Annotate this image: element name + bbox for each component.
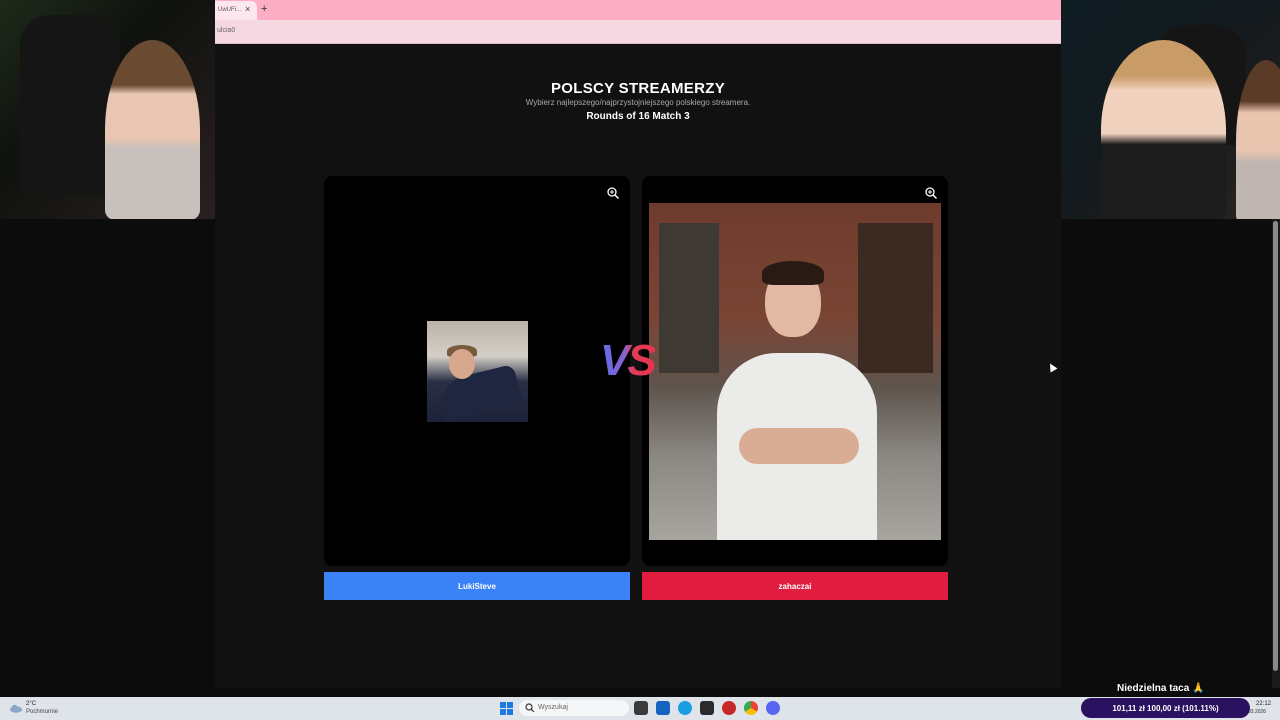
windows-start-icon[interactable] [500,702,513,715]
donation-goal-text: 101,11 zł 100,00 zł (101.11%) [1112,704,1219,713]
webcam-left [0,0,215,219]
tab-bar: UwUFi... × + [215,0,1061,20]
search-placeholder: Wyszukaj [538,704,568,711]
choose-left-button[interactable]: LukiSteve [324,572,630,600]
page-scrollbar[interactable] [1272,219,1280,688]
address-bar[interactable]: ulcia0 [215,20,1061,44]
contestant-photo-left [427,321,528,422]
versus-label: VS [600,336,657,385]
choose-right-button[interactable]: zahaczai [642,572,948,600]
cloud-icon[interactable] [9,703,23,713]
clock-time: 22:12 [1256,701,1272,707]
edge-icon[interactable] [678,701,692,715]
new-tab-button[interactable]: + [261,3,267,15]
clock-date: 03.2026 [1248,709,1267,715]
browser-tab[interactable]: UwUFi... × [215,1,257,20]
outlook-icon[interactable] [656,701,670,715]
tournament-page: POLSCY STREAMERZY Wybierz najlepszego/na… [215,44,1061,688]
discord-icon[interactable] [766,701,780,715]
url-text: ulcia0 [217,27,236,34]
zoom-in-icon[interactable] [924,186,938,200]
browser-window: UwUFi... × + ulcia0 [215,0,1061,44]
app-icon[interactable] [700,701,714,715]
zoom-in-icon[interactable] [606,186,620,200]
close-tab-icon[interactable]: × [245,4,250,14]
streamer-webcam-person [1101,40,1226,219]
contestant-photo-right [649,203,941,540]
chrome-icon[interactable] [744,701,758,715]
contestant-card-right[interactable] [642,176,948,566]
stream-overlay-label: Niedzielna taca 🙏 [1117,683,1205,694]
donation-goal-bar: 101,11 zł 100,00 zł (101.11%) [1081,698,1250,718]
contestant-card-left[interactable] [324,176,630,566]
search-icon [525,703,535,713]
app-icon[interactable] [722,701,736,715]
page-title: POLSCY STREAMERZY [550,80,725,97]
page-subtitle: Wybierz najlepszego/najprzystojniejszego… [525,98,751,107]
webcam-right [1061,0,1280,219]
streamer-webcam-person [105,40,200,219]
weather-description: Pochmurnie [26,709,59,715]
weather-temperature: 2°C [26,701,37,707]
round-label: Rounds of 16 Match 3 [586,111,690,122]
taskbar-search-box[interactable]: Wyszukaj [519,700,629,716]
scrollbar-thumb[interactable] [1273,221,1278,671]
task-view-icon[interactable] [634,701,648,715]
tab-title: UwUFi... [218,7,241,13]
